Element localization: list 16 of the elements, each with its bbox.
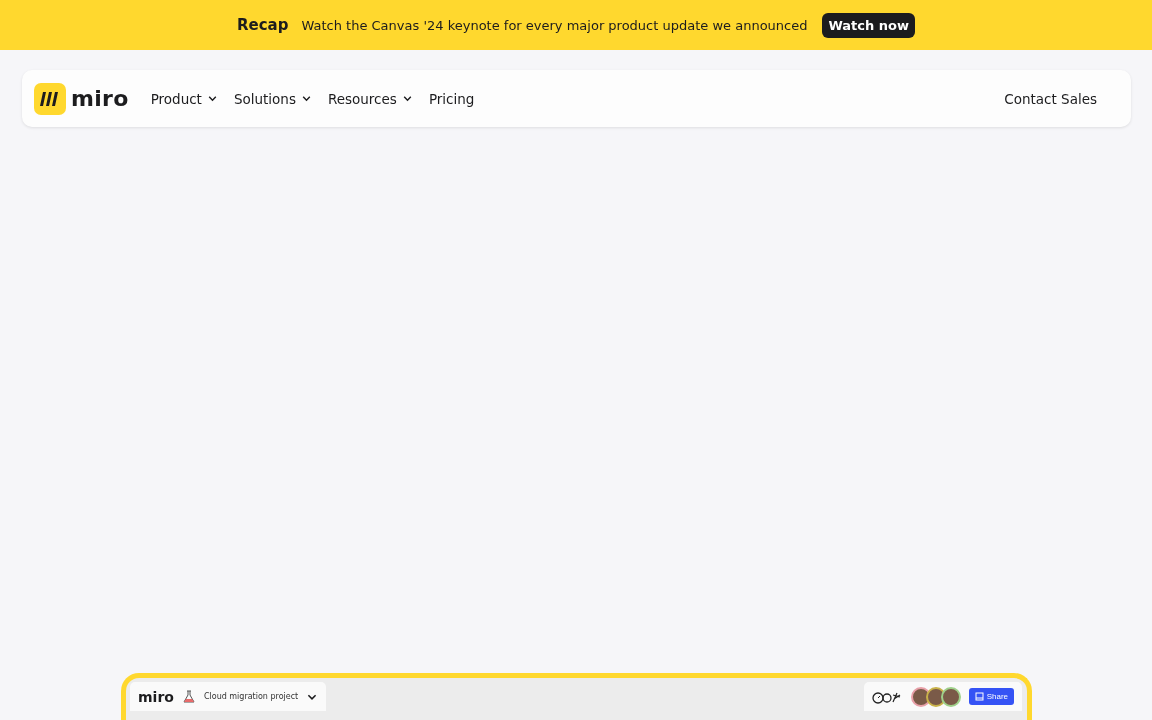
nav-link[interactable]: Pricing [420, 90, 483, 107]
reactions-icon[interactable] [871, 689, 902, 704]
watch-now-button[interactable]: Watch now [822, 12, 915, 38]
nav-link[interactable]: Product [142, 90, 226, 107]
flask-icon [181, 689, 196, 704]
logo-icon[interactable] [34, 82, 66, 115]
nav-link[interactable]: Solutions [225, 90, 320, 107]
logo-wordmark: miro [138, 688, 174, 705]
banner-message: Watch the Canvas '24 keynote for every major product update we announced [301, 17, 808, 33]
nav-link[interactable]: Resources [319, 90, 421, 107]
board-icon [974, 692, 984, 701]
board-name[interactable]: Cloud migration project [203, 692, 299, 701]
banner-title: Recap [237, 16, 289, 34]
contact-sales-link[interactable]: Contact Sales [996, 90, 1105, 107]
logo-wordmark[interactable]: miro [71, 86, 129, 111]
share-button[interactable]: Share [968, 688, 1014, 705]
